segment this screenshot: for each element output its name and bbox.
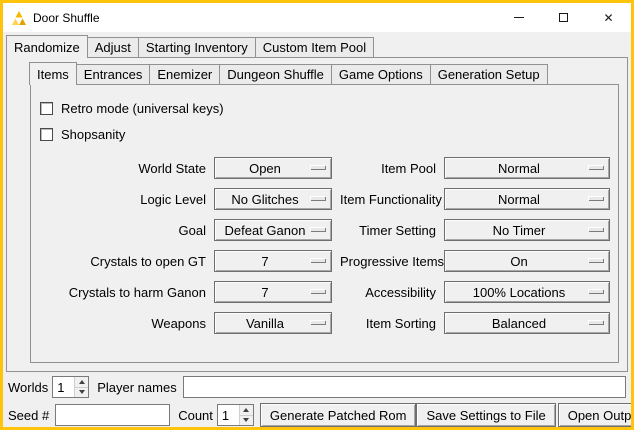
dropdown-indicator-icon (588, 320, 603, 324)
worlds-spinner[interactable] (52, 376, 89, 398)
worlds-label: Worlds (8, 380, 48, 395)
count-input[interactable] (218, 405, 239, 425)
app-window: Door Shuffle ✕ Randomize Adjust Starting… (0, 0, 634, 430)
tab-randomize[interactable]: Randomize (6, 35, 88, 58)
tab-custom-item-pool[interactable]: Custom Item Pool (255, 37, 374, 57)
item-functionality-label: Item Functionality (340, 192, 436, 207)
timer-setting-label: Timer Setting (340, 223, 436, 238)
world-state-dropdown[interactable]: Open (214, 157, 332, 179)
crystals-ganon-label: Crystals to harm Ganon (38, 285, 206, 300)
item-pool-value: Normal (498, 161, 540, 176)
dropdown-indicator-icon (310, 320, 325, 324)
accessibility-label: Accessibility (340, 285, 436, 300)
progressive-items-dropdown[interactable]: On (444, 250, 610, 272)
dropdown-indicator-icon (588, 289, 603, 293)
tab-dungeon-shuffle[interactable]: Dungeon Shuffle (219, 64, 332, 84)
item-functionality-dropdown[interactable]: Normal (444, 188, 610, 210)
arrow-down-icon (79, 390, 85, 394)
minimize-button[interactable] (496, 3, 541, 32)
close-button[interactable]: ✕ (586, 3, 631, 32)
dropdown-indicator-icon (588, 196, 603, 200)
options-grid: World State Open Item Pool Normal Logic … (38, 157, 611, 334)
crystals-ganon-value: 7 (261, 285, 268, 300)
tab-items[interactable]: Items (29, 62, 77, 85)
dropdown-indicator-icon (588, 165, 603, 169)
titlebar[interactable]: Door Shuffle ✕ (3, 3, 631, 32)
logic-level-value: No Glitches (231, 192, 298, 207)
logic-level-dropdown[interactable]: No Glitches (214, 188, 332, 210)
count-label: Count (178, 408, 213, 423)
bottom-bar: Worlds Player names Seed # Count (3, 372, 631, 430)
dropdown-indicator-icon (588, 227, 603, 231)
accessibility-dropdown[interactable]: 100% Locations (444, 281, 610, 303)
player-names-label: Player names (97, 380, 176, 395)
item-pool-label: Item Pool (340, 161, 436, 176)
seed-label: Seed # (8, 408, 49, 423)
timer-setting-value: No Timer (493, 223, 546, 238)
tab-starting-inventory[interactable]: Starting Inventory (138, 37, 256, 57)
dropdown-indicator-icon (310, 289, 325, 293)
retro-mode-checkbox[interactable] (40, 102, 53, 115)
randomize-tab-panel: Items Entrances Enemizer Dungeon Shuffle… (6, 57, 628, 372)
count-spinner-up[interactable] (240, 405, 253, 415)
item-sorting-value: Balanced (492, 316, 546, 331)
weapons-value: Vanilla (246, 316, 284, 331)
dropdown-indicator-icon (310, 227, 325, 231)
crystals-ganon-dropdown[interactable]: 7 (214, 281, 332, 303)
logic-level-label: Logic Level (38, 192, 206, 207)
open-output-directory-button[interactable]: Open Output Directory (558, 403, 634, 427)
shopsanity-checkbox[interactable] (40, 128, 53, 141)
dropdown-indicator-icon (588, 258, 603, 262)
goal-label: Goal (38, 223, 206, 238)
main-tab-bar: Randomize Adjust Starting Inventory Cust… (3, 35, 631, 57)
seed-input[interactable] (55, 404, 170, 426)
tab-generation-setup[interactable]: Generation Setup (430, 64, 548, 84)
goal-value: Defeat Ganon (225, 223, 306, 238)
item-sorting-dropdown[interactable]: Balanced (444, 312, 610, 334)
dropdown-indicator-icon (310, 196, 325, 200)
tab-entrances[interactable]: Entrances (76, 64, 151, 84)
minimize-icon (514, 17, 524, 18)
accessibility-value: 100% Locations (473, 285, 566, 300)
maximize-icon (559, 13, 568, 22)
shopsanity-label: Shopsanity (61, 127, 125, 142)
world-state-value: Open (249, 161, 281, 176)
tab-game-options[interactable]: Game Options (331, 64, 431, 84)
worlds-spinner-down[interactable] (75, 387, 88, 398)
item-functionality-value: Normal (498, 192, 540, 207)
retro-mode-label: Retro mode (universal keys) (61, 101, 224, 116)
app-icon (11, 10, 27, 26)
window-title: Door Shuffle (33, 11, 100, 25)
generate-patched-rom-button[interactable]: Generate Patched Rom (260, 403, 417, 427)
crystals-gt-dropdown[interactable]: 7 (214, 250, 332, 272)
player-names-input[interactable] (183, 376, 626, 398)
items-tab-panel: Retro mode (universal keys) Shopsanity W… (30, 84, 619, 363)
crystals-gt-value: 7 (261, 254, 268, 269)
sub-tab-bar: Items Entrances Enemizer Dungeon Shuffle… (7, 62, 627, 84)
worlds-input[interactable] (53, 377, 74, 397)
arrow-up-icon (243, 408, 249, 412)
weapons-dropdown[interactable]: Vanilla (214, 312, 332, 334)
arrow-down-icon (243, 418, 249, 422)
save-settings-button[interactable]: Save Settings to File (416, 403, 555, 427)
arrow-up-icon (79, 380, 85, 384)
tab-adjust[interactable]: Adjust (87, 37, 139, 57)
dropdown-indicator-icon (310, 258, 325, 262)
maximize-button[interactable] (541, 3, 586, 32)
progressive-items-value: On (510, 254, 527, 269)
dropdown-indicator-icon (310, 165, 325, 169)
progressive-items-label: Progressive Items (340, 254, 436, 269)
item-sorting-label: Item Sorting (340, 316, 436, 331)
worlds-spinner-up[interactable] (75, 377, 88, 387)
goal-dropdown[interactable]: Defeat Ganon (214, 219, 332, 241)
timer-setting-dropdown[interactable]: No Timer (444, 219, 610, 241)
item-pool-dropdown[interactable]: Normal (444, 157, 610, 179)
crystals-gt-label: Crystals to open GT (38, 254, 206, 269)
count-spinner-down[interactable] (240, 415, 253, 426)
close-icon: ✕ (603, 11, 613, 25)
world-state-label: World State (38, 161, 206, 176)
tab-enemizer[interactable]: Enemizer (149, 64, 220, 84)
count-spinner[interactable] (217, 404, 254, 426)
weapons-label: Weapons (38, 316, 206, 331)
